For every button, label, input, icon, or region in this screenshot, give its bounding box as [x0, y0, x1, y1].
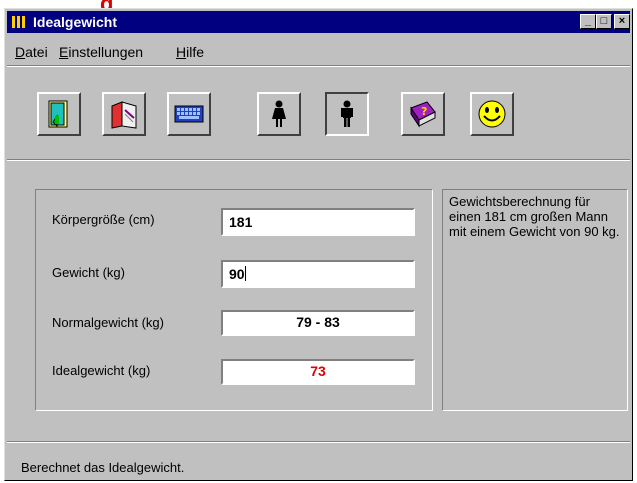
title-bar[interactable]: Idealgewicht _ □ ×: [7, 11, 630, 33]
close-button[interactable]: ×: [614, 14, 630, 29]
status-bar: Berechnet das Idealgewicht.: [17, 457, 627, 479]
ideal-weight-label: Idealgewicht (kg): [52, 363, 151, 378]
menu-hilfe-rest: ilfe: [186, 44, 205, 60]
smiley-icon: [478, 100, 506, 128]
toolbar-separator: [7, 159, 630, 161]
help-button[interactable]: ?: [401, 92, 445, 136]
status-separator: [7, 441, 630, 443]
app-window: Idealgewicht _ □ × Datei Einstellungen H…: [4, 8, 633, 481]
book-print-icon: [111, 101, 137, 129]
menu-datei[interactable]: Datei: [15, 44, 48, 60]
text-cursor: [244, 266, 246, 281]
menu-einstellungen-mnemonic: E: [59, 44, 69, 60]
weight-input[interactable]: 90: [221, 260, 415, 288]
height-label: Körpergröße (cm): [52, 212, 155, 227]
weight-value: 90: [229, 266, 245, 282]
height-input[interactable]: 181: [221, 208, 415, 236]
app-icon: [12, 16, 25, 28]
weight-label: Gewicht (kg): [52, 265, 125, 280]
menu-einstellungen[interactable]: Einstellungen: [59, 44, 143, 60]
keyboard-button[interactable]: [167, 92, 211, 136]
menu-hilfe[interactable]: Hilfe: [176, 44, 204, 60]
minimize-button[interactable]: _: [580, 14, 596, 29]
help-book-icon: ?: [410, 101, 436, 128]
print-button[interactable]: [102, 92, 146, 136]
maximize-button[interactable]: □: [596, 14, 612, 29]
man-button[interactable]: [325, 92, 369, 136]
menu-hilfe-mnemonic: H: [176, 44, 187, 60]
about-button[interactable]: [470, 92, 514, 136]
normal-weight-label: Normalgewicht (kg): [52, 315, 164, 330]
window-title: Idealgewicht: [33, 14, 118, 30]
woman-icon: [272, 100, 286, 127]
status-text: Berechnet das Idealgewicht.: [21, 460, 185, 475]
menu-datei-mnemonic: D: [15, 44, 26, 60]
woman-button[interactable]: [257, 92, 301, 136]
menu-einstellungen-rest: instellungen: [68, 44, 144, 60]
keyboard-icon: [174, 105, 204, 123]
ideal-weight-output: 73: [221, 359, 415, 385]
menu-separator: [7, 65, 630, 67]
svg-text:?: ?: [421, 105, 427, 118]
door-exit-icon: [48, 100, 68, 128]
input-group: Körpergröße (cm) 181 Gewicht (kg) 90 Nor…: [35, 189, 433, 411]
normal-weight-output: 79 - 83: [221, 310, 415, 336]
menu-datei-rest: atei: [25, 44, 48, 60]
man-icon: [341, 100, 353, 127]
info-panel: Gewichtsberechnung für einen 181 cm groß…: [442, 189, 628, 411]
exit-button[interactable]: [37, 92, 81, 136]
